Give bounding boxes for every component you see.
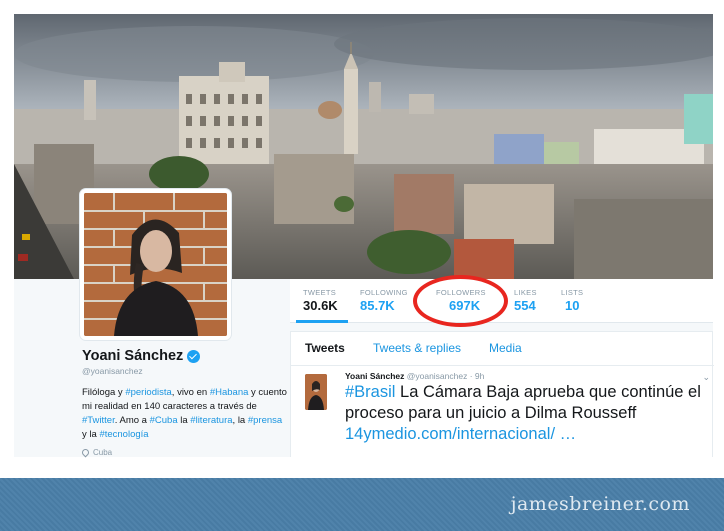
stat-label: LISTS: [561, 288, 584, 297]
stat-tweets[interactable]: TWEETS 30.6K: [303, 288, 338, 313]
bio-hashtag[interactable]: #periodista: [125, 387, 171, 398]
followers-highlight-circle: [413, 275, 508, 327]
bio-hashtag[interactable]: #literatura: [190, 415, 232, 426]
profile-handle[interactable]: @yoanisanchez: [82, 366, 287, 376]
tweet-body: La Cámara Baja aprueba que continúe el p…: [345, 383, 701, 422]
tweet-timestamp[interactable]: · 9h: [470, 371, 485, 381]
bio-text-part: y la: [82, 429, 100, 440]
tweet-avatar[interactable]: [305, 374, 327, 410]
profile-name[interactable]: Yoani Sánchez: [82, 348, 183, 364]
tweet-author-handle[interactable]: @yoanisanchez: [407, 371, 468, 381]
tweet-author-name[interactable]: Yoani Sánchez: [345, 371, 404, 381]
verified-badge-icon: [187, 349, 201, 363]
tweet-link[interactable]: 14ymedio.com/internacional/ …: [345, 425, 576, 443]
tweet-header: Yoani Sánchez @yoanisanchez · 9h: [345, 371, 484, 381]
timeline-panel: Tweets Tweets & replies Media Yoani Sánc…: [290, 331, 714, 458]
timeline-tabs: Tweets Tweets & replies Media: [291, 332, 714, 366]
tab-media[interactable]: Media: [489, 341, 522, 355]
bio-text-part: Filóloga y: [82, 387, 126, 398]
bio-text-part: . Amo a: [114, 415, 150, 426]
stat-label: TWEETS: [303, 288, 337, 297]
tweet-item[interactable]: Yoani Sánchez @yoanisanchez · 9h ⌄ #Bras…: [291, 366, 714, 458]
stat-value: 30.6K: [303, 298, 338, 313]
stat-value: 85.7K: [360, 298, 395, 313]
tab-tweets-and-replies[interactable]: Tweets & replies: [373, 341, 461, 355]
stat-value: 10: [565, 298, 580, 313]
footer-band: jamesbreiner.com: [0, 478, 724, 531]
location-pin-icon: [80, 447, 91, 458]
screenshot-page: TWEETS 30.6K FOLLOWING 85.7K FOLLOWERS 6…: [0, 0, 724, 531]
tab-tweets[interactable]: Tweets: [305, 341, 345, 355]
stat-label: LIKES: [514, 288, 537, 297]
active-stat-underline: [296, 320, 348, 323]
stat-value: 554: [514, 298, 536, 313]
bio-hashtag[interactable]: #Habana: [210, 387, 249, 398]
stat-likes[interactable]: LIKES 554: [514, 288, 537, 313]
site-watermark: jamesbreiner.com: [510, 493, 690, 515]
bio-text-part: , la: [232, 415, 248, 426]
stat-following[interactable]: FOLLOWING 85.7K: [360, 288, 408, 313]
bio-text-part: , vivo en: [171, 387, 210, 398]
bio-hashtag[interactable]: #Cuba: [150, 415, 178, 426]
bio-hashtag[interactable]: #tecnología: [99, 429, 148, 440]
stat-lists[interactable]: LISTS 10: [561, 288, 583, 313]
profile-avatar[interactable]: [80, 189, 231, 340]
name-row: Yoani Sánchez: [82, 348, 287, 364]
tweet-text: #Brasil La Cámara Baja aprueba que conti…: [345, 382, 714, 445]
location-text: Cuba: [93, 448, 113, 457]
bio-hashtag[interactable]: #Twitter: [82, 415, 115, 426]
profile-bio-text: Filóloga y #periodista, vivo en #Habana …: [82, 386, 287, 442]
bio-text-part: la: [177, 415, 191, 426]
bio-hashtag[interactable]: #prensa: [248, 415, 282, 426]
profile-bio-card: Yoani Sánchez @yoanisanchez Filóloga y #…: [80, 348, 287, 458]
tweet-hashtag[interactable]: #Brasil: [345, 383, 395, 401]
profile-location: Cuba: [80, 447, 287, 458]
stat-label: FOLLOWING: [360, 288, 408, 297]
